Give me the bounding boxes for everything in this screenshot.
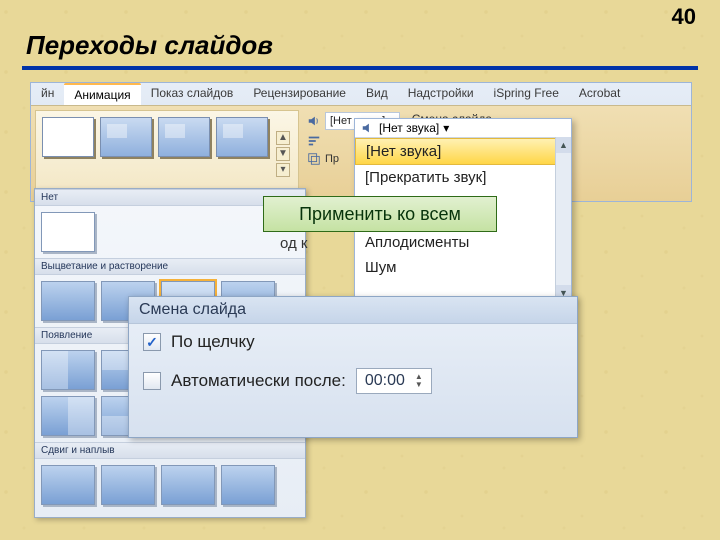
gallery-thumb[interactable] bbox=[161, 465, 215, 505]
hidden-text-stub: од к bbox=[280, 235, 308, 252]
tab-view[interactable]: Вид bbox=[356, 83, 398, 105]
tab-slideshow[interactable]: Показ слайдов bbox=[141, 83, 244, 105]
gallery-thumb[interactable] bbox=[41, 465, 95, 505]
apply-to-all-label: Применить ко всем bbox=[299, 204, 461, 225]
apply-all-icon bbox=[307, 152, 321, 166]
sound-item-stop[interactable]: [Прекратить звук] bbox=[355, 165, 571, 190]
tab-acrobat[interactable]: Acrobat bbox=[569, 83, 630, 105]
on-click-checkbox[interactable]: ✓ bbox=[143, 333, 161, 351]
gallery-thumb[interactable] bbox=[101, 465, 155, 505]
tab-design-partial[interactable]: йн bbox=[31, 83, 64, 105]
sound-item-none[interactable]: [Нет звука] bbox=[355, 138, 571, 165]
gallery-thumb[interactable] bbox=[221, 465, 275, 505]
transition-thumb-2[interactable] bbox=[158, 117, 210, 157]
tab-ispring[interactable]: iSpring Free bbox=[484, 83, 569, 105]
gallery-down-button[interactable]: ▼ bbox=[276, 147, 290, 161]
sound-icon bbox=[307, 114, 321, 128]
auto-after-time-value: 00:00 bbox=[365, 372, 405, 390]
apply-to-all-callout: Применить ко всем bbox=[263, 196, 497, 232]
chevron-down-icon: ▾ bbox=[443, 121, 449, 135]
advance-panel-title: Смена слайда bbox=[129, 297, 577, 324]
advance-slide-panel: Смена слайда ✓ По щелчку Автоматически п… bbox=[128, 296, 578, 438]
gallery-section-fade: Выцветание и растворение bbox=[35, 258, 305, 275]
sound-item-noise[interactable]: Шум bbox=[355, 255, 571, 280]
apply-all-prefix: Пр bbox=[325, 153, 339, 165]
ribbon-tabs: йн Анимация Показ слайдов Рецензирование… bbox=[31, 83, 691, 105]
auto-after-time-field[interactable]: 00:00 ▲▼ bbox=[356, 368, 432, 394]
tab-review[interactable]: Рецензирование bbox=[243, 83, 356, 105]
sound-icon bbox=[361, 121, 375, 135]
scroll-up-icon[interactable]: ▲ bbox=[556, 137, 571, 153]
sound-dd-header: [Нет звука] ▾ bbox=[355, 119, 571, 138]
sound-scrollbar[interactable]: ▲ ▼ bbox=[555, 137, 571, 301]
on-click-label: По щелчку bbox=[171, 332, 255, 352]
gallery-up-button[interactable]: ▲ bbox=[276, 131, 290, 145]
speed-icon bbox=[307, 134, 321, 148]
transition-gallery-strip: ▲ ▼ ▾ bbox=[35, 110, 299, 197]
gallery-expand-button[interactable]: ▾ bbox=[276, 163, 290, 177]
title-underline bbox=[22, 66, 698, 70]
page-title: Переходы слайдов bbox=[26, 30, 273, 61]
tab-animation[interactable]: Анимация bbox=[64, 83, 140, 105]
time-spinner[interactable]: ▲▼ bbox=[415, 373, 423, 389]
transition-thumb-1[interactable] bbox=[100, 117, 152, 157]
gallery-thumb[interactable] bbox=[41, 350, 95, 390]
gallery-more-buttons: ▲ ▼ ▾ bbox=[274, 117, 292, 190]
sound-item-applause[interactable]: Аплодисменты bbox=[355, 230, 571, 255]
transition-thumb-3[interactable] bbox=[216, 117, 268, 157]
transition-thumb-none[interactable] bbox=[42, 117, 94, 157]
auto-after-checkbox[interactable] bbox=[143, 372, 161, 390]
auto-after-label: Автоматически после: bbox=[171, 371, 346, 391]
gallery-thumb[interactable] bbox=[41, 396, 95, 436]
gallery-section-wipe: Сдвиг и наплыв bbox=[35, 442, 305, 459]
sound-dd-header-label: [Нет звука] bbox=[379, 121, 439, 135]
tab-addins[interactable]: Надстройки bbox=[398, 83, 484, 105]
gallery-thumb-none[interactable] bbox=[41, 212, 95, 252]
page-number: 40 bbox=[672, 4, 696, 30]
gallery-thumb[interactable] bbox=[41, 281, 95, 321]
